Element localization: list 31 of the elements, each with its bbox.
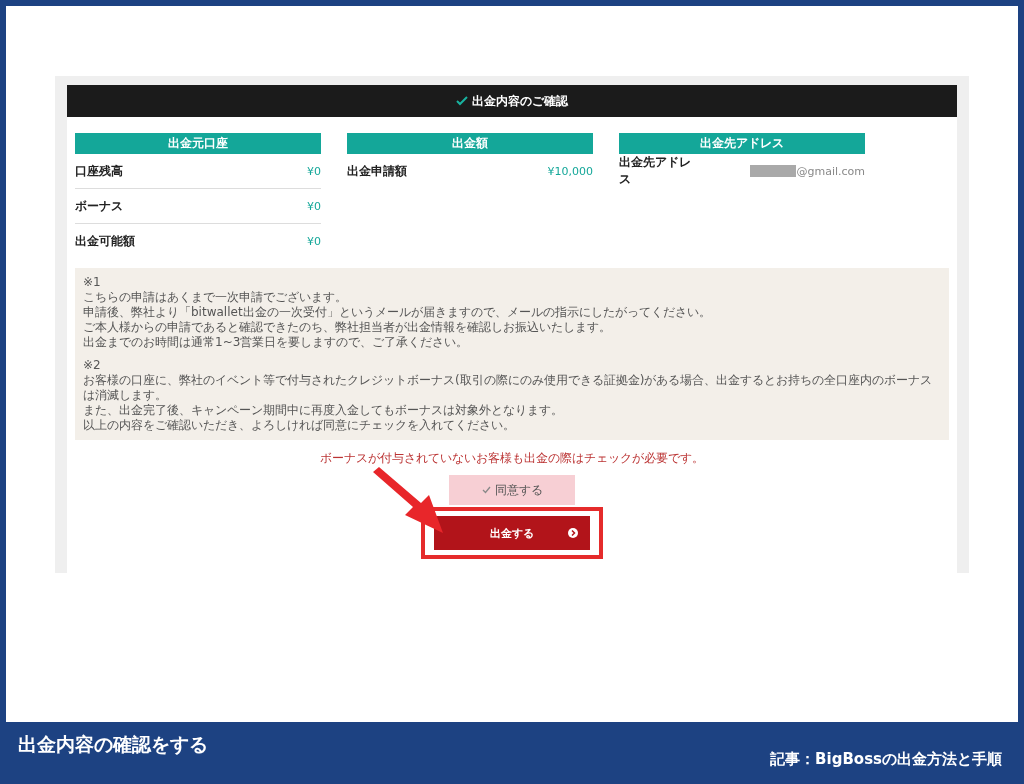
section-heading: 出金額: [347, 133, 593, 154]
note-text: 出金までのお時間は通常1~3営業日を要しますので、ご了承ください。: [83, 335, 469, 350]
row-label: ボーナス: [75, 197, 123, 215]
note-text: お客様の口座に、弊社のイベント等で付与されたクレジットボーナス(取引の際にのみ使用できる証拠金)がある場合、出金するとお持ちの全口座内のボーナスは消滅します。: [83, 373, 934, 403]
warning-text: ボーナスが付与されていないお客様も出金の際はチェックが必要です。: [319, 450, 705, 467]
amount-value: ¥0: [307, 164, 321, 178]
section-heading: 出金先アドレス: [619, 133, 865, 154]
agree-checkbox[interactable]: 同意する: [449, 475, 575, 505]
masked-text: [750, 165, 797, 177]
check-icon: [481, 486, 491, 494]
note-text: こちらの申請はあくまで一次申請でございます。: [83, 290, 347, 305]
submit-button[interactable]: 出金する: [434, 516, 590, 550]
check-icon: [456, 96, 468, 106]
caption-title: 出金内容の確認をする: [18, 732, 208, 757]
amount-value: ¥10,000: [547, 164, 593, 178]
amount-value: ¥0: [307, 234, 321, 248]
arrow-circle-icon: [568, 528, 578, 538]
note-mark: ※2: [83, 358, 101, 373]
page-title: 出金内容のご確認: [472, 92, 568, 110]
note-text: ご本人様からの申請であると確認できたのち、弊社担当者が出金情報を確認しお振込いたします。: [83, 320, 611, 335]
row-label: 出金先アドレス: [619, 154, 692, 188]
note-mark: ※1: [83, 275, 101, 290]
note-text: 申請後、弊社より「bitwallet出金の一次受付」というメールが届きますので、メールの指示にしたがってください。: [83, 305, 711, 320]
row-label: 口座残高: [75, 162, 123, 180]
note-text: 以上の内容をご確認いただき、よろしければ同意にチェックを入れてください。: [83, 418, 515, 433]
section-heading: 出金元口座: [75, 133, 321, 154]
note-text: また、出金完了後、キャンペーン期間中に再度入金してもボーナスは対象外となります。: [83, 403, 563, 418]
amount-value: ¥0: [307, 199, 321, 213]
row-label: 出金申請額: [347, 162, 407, 180]
email-address: @gmail.com: [796, 164, 865, 178]
row-label: 出金可能額: [75, 232, 135, 250]
